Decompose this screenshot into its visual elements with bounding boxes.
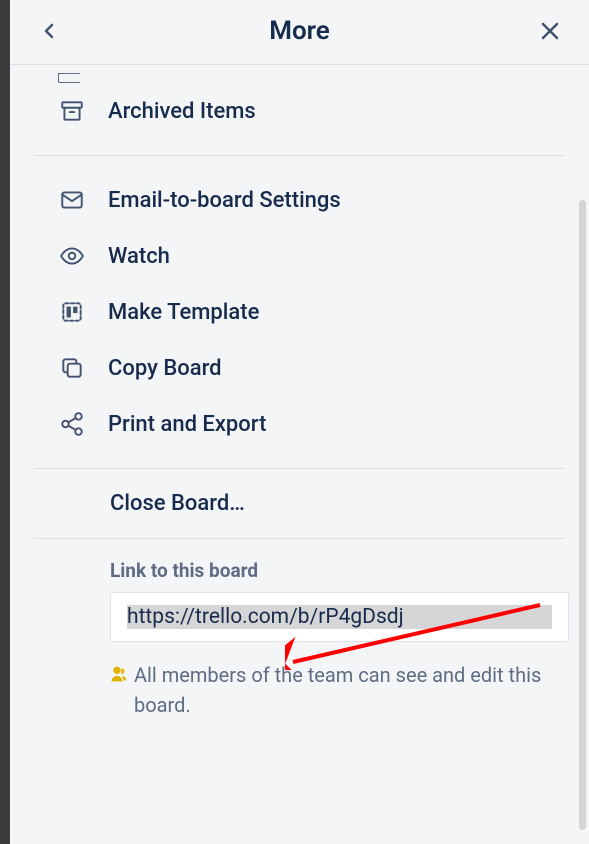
- copy-icon: [58, 354, 86, 382]
- chevron-left-icon: [37, 19, 61, 43]
- menu-label: Email-to-board Settings: [108, 188, 341, 213]
- previous-item-edge: [58, 73, 80, 83]
- copy-board-item[interactable]: Copy Board: [10, 340, 589, 396]
- panel-header: More: [10, 0, 589, 64]
- watch-item[interactable]: Watch: [10, 228, 589, 284]
- menu-label: Close Board…: [110, 491, 245, 516]
- archive-icon: [58, 97, 86, 125]
- print-export-item[interactable]: Print and Export: [10, 396, 589, 452]
- team-icon: [106, 663, 128, 685]
- link-to-board-label: Link to this board: [110, 559, 569, 582]
- menu-label: Archived Items: [108, 99, 256, 124]
- make-template-item[interactable]: Make Template: [10, 284, 589, 340]
- eye-icon: [58, 242, 86, 270]
- section-actions: Email-to-board Settings Watch Make Templ…: [10, 156, 589, 452]
- menu-label: Watch: [108, 244, 170, 269]
- scrollbar-thumb[interactable]: [579, 200, 586, 830]
- close-button[interactable]: [531, 12, 569, 50]
- menu-label: Make Template: [108, 300, 259, 325]
- background-strip: [0, 0, 10, 844]
- back-button[interactable]: [30, 12, 68, 50]
- template-icon: [58, 298, 86, 326]
- menu-label: Copy Board: [108, 356, 222, 381]
- panel-title: More: [68, 16, 531, 46]
- close-board-item[interactable]: Close Board…: [10, 469, 589, 538]
- visibility-text: All members of the team can see and edit…: [134, 660, 569, 720]
- archived-items-item[interactable]: Archived Items: [10, 83, 589, 139]
- close-icon: [538, 19, 562, 43]
- mail-icon: [58, 186, 86, 214]
- link-section: Link to this board All members of the te…: [10, 539, 589, 740]
- menu-label: Print and Export: [108, 412, 266, 437]
- share-icon: [58, 410, 86, 438]
- visibility-description: All members of the team can see and edit…: [106, 660, 569, 720]
- section-top: Archived Items: [10, 65, 589, 139]
- board-link-input[interactable]: [127, 605, 552, 629]
- more-menu-panel: More Archived Items Email-to-board Setti…: [10, 0, 589, 844]
- email-settings-item[interactable]: Email-to-board Settings: [10, 172, 589, 228]
- link-input-wrapper: [110, 592, 569, 642]
